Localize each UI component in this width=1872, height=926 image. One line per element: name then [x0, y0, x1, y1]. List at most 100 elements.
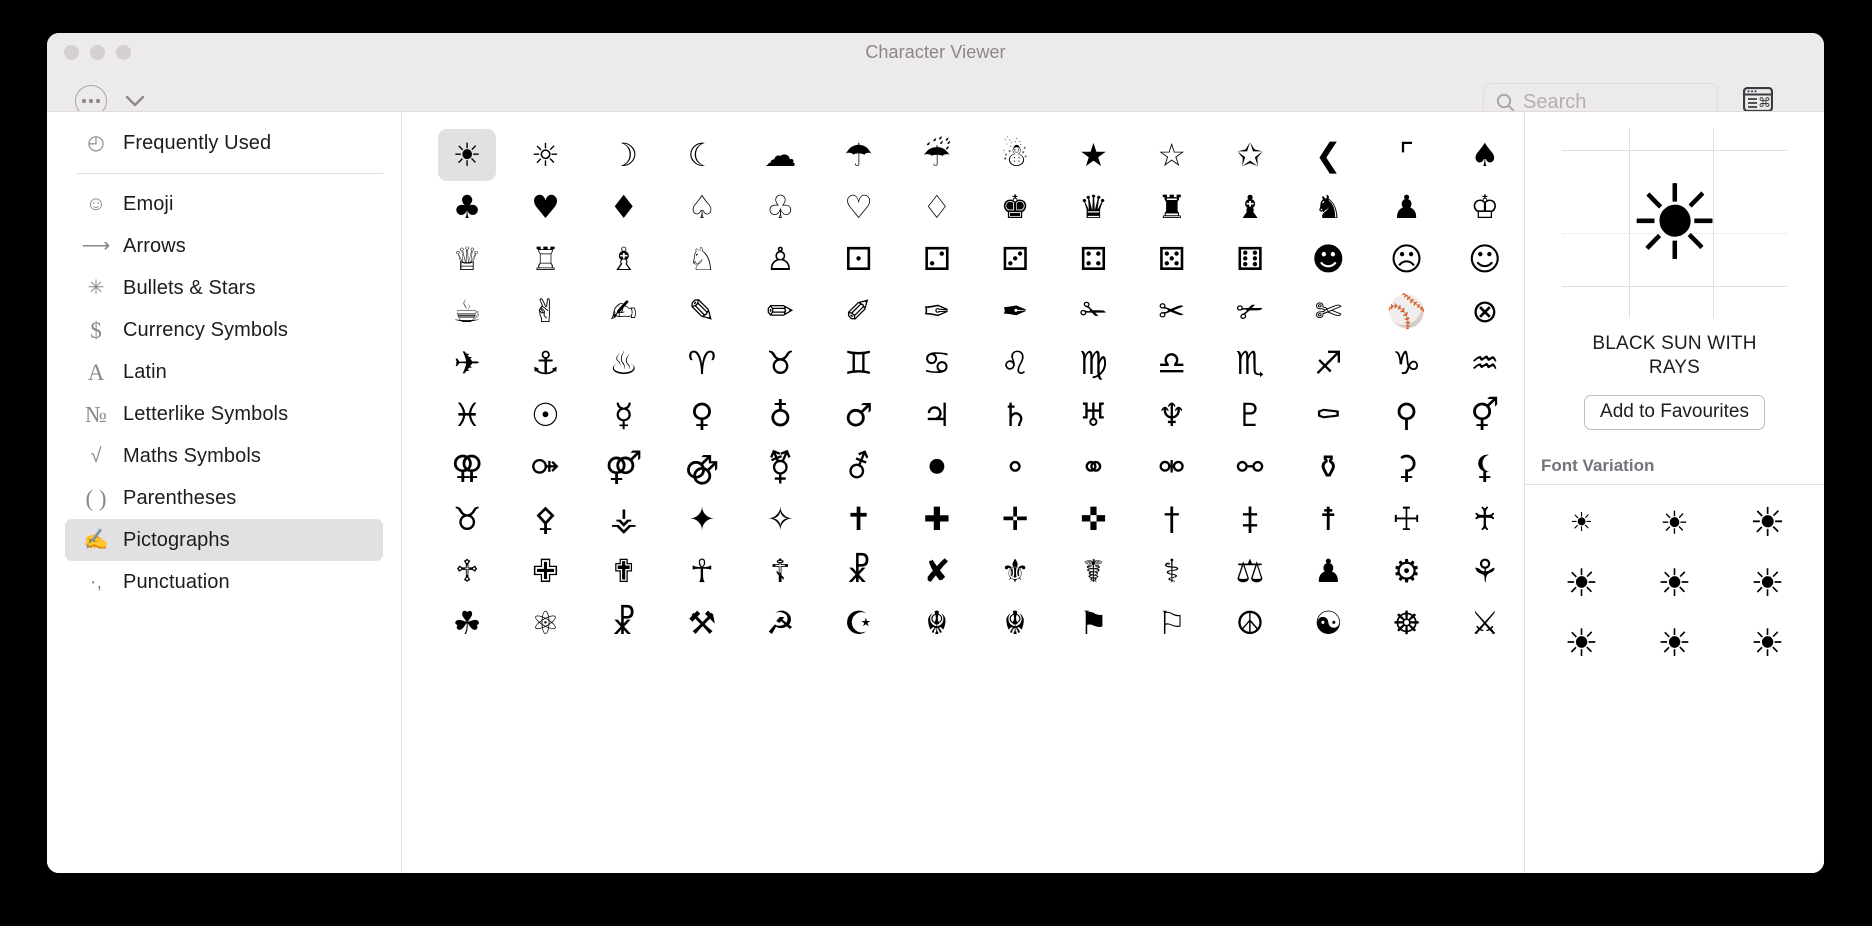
character-cell[interactable]: ♉: [438, 493, 496, 545]
character-cell[interactable]: ♥: [516, 181, 574, 233]
character-cell[interactable]: ♊: [830, 337, 888, 389]
character-cell[interactable]: ☨: [1299, 493, 1357, 545]
character-cell[interactable]: ⚣: [673, 441, 731, 493]
sidebar-item-maths-symbols[interactable]: √ Maths Symbols: [65, 435, 383, 477]
character-cell[interactable]: ♄: [986, 389, 1044, 441]
sidebar-item-latin[interactable]: A Latin: [65, 351, 383, 393]
character-cell[interactable]: ⚬: [986, 441, 1044, 493]
character-cell[interactable]: ☭: [751, 597, 809, 649]
character-cell[interactable]: ♝: [1221, 181, 1279, 233]
character-cell[interactable]: ✛: [986, 493, 1044, 545]
character-cell[interactable]: ☮: [1221, 597, 1279, 649]
character-cell[interactable]: ✚: [908, 493, 966, 545]
character-cell[interactable]: ☪: [830, 597, 888, 649]
character-cell[interactable]: ✘: [908, 545, 966, 597]
character-cell[interactable]: ☥: [673, 545, 731, 597]
character-cell[interactable]: ✝: [830, 493, 888, 545]
character-cell[interactable]: ☦: [751, 545, 809, 597]
character-cell[interactable]: ☆: [1143, 129, 1201, 181]
character-cell[interactable]: ☺: [1456, 233, 1514, 285]
character-cell[interactable]: ☻: [1299, 233, 1357, 285]
sidebar-item-punctuation[interactable]: ·, Punctuation: [65, 561, 383, 603]
character-cell[interactable]: ♢: [908, 181, 966, 233]
character-cell[interactable]: ♇: [1221, 389, 1279, 441]
character-cell[interactable]: ✐: [830, 285, 888, 337]
character-cell[interactable]: ⚐: [1143, 597, 1201, 649]
character-cell[interactable]: ♚: [986, 181, 1044, 233]
sidebar-item-pictographs[interactable]: ✍ Pictographs: [65, 519, 383, 561]
character-cell[interactable]: ♖: [516, 233, 574, 285]
sidebar-item-letterlike-symbols[interactable]: № Letterlike Symbols: [65, 393, 383, 435]
character-cell[interactable]: ⌜: [1378, 129, 1436, 181]
character-cell[interactable]: ⚜: [986, 545, 1044, 597]
character-cell[interactable]: ❮: [1299, 129, 1357, 181]
font-variation-cell[interactable]: ☀: [1535, 613, 1628, 673]
character-cell[interactable]: ♆: [1143, 389, 1201, 441]
character-cell[interactable]: ⚢: [438, 441, 496, 493]
character-cell[interactable]: ♁: [751, 389, 809, 441]
character-cell[interactable]: ✏: [751, 285, 809, 337]
character-cell[interactable]: ☩: [1378, 493, 1436, 545]
font-variation-cell[interactable]: ☀: [1628, 493, 1721, 553]
character-cell[interactable]: ✄: [1299, 285, 1357, 337]
character-cell[interactable]: ⚙: [1378, 545, 1436, 597]
sidebar-item-bullets-stars[interactable]: ✳ Bullets & Stars: [65, 267, 383, 309]
character-cell[interactable]: ⚛: [516, 597, 574, 649]
character-cell[interactable]: ✒: [986, 285, 1044, 337]
character-cell[interactable]: ✁: [1064, 285, 1122, 337]
font-variation-cell[interactable]: ☀: [1721, 613, 1814, 673]
character-cell[interactable]: ♰: [1456, 493, 1514, 545]
font-variation-cell[interactable]: ☀: [1628, 613, 1721, 673]
character-cell[interactable]: ♍: [1064, 337, 1122, 389]
character-cell[interactable]: ⚱: [1299, 441, 1357, 493]
character-grid-pane[interactable]: ☀ ☼ ☽ ☾ ☁ ☂ ☔ ☃ ★ ☆ ✩ ❮ ⌜ ♠ ♣ ♥ ♦ ♤ ♧ ♡ ♢ ♚ ♛ ♜ ♝ ♞ ♟ ♔ ♕ ♖ ♗ ♘ ♙ ⚀ ⚁ ⚂ ⚃ ⚄ ⚅ ☻…: [402, 112, 1524, 873]
character-cell[interactable]: ♦: [595, 181, 653, 233]
character-cell[interactable]: ♒: [1456, 337, 1514, 389]
character-cell[interactable]: ⚁: [908, 233, 966, 285]
character-cell[interactable]: ☼: [516, 129, 574, 181]
character-cell[interactable]: ♜: [1143, 181, 1201, 233]
font-variation-cell[interactable]: ☀: [1721, 493, 1814, 553]
character-cell[interactable]: ♱: [438, 545, 496, 597]
character-cell[interactable]: ⊗: [1456, 285, 1514, 337]
character-cell[interactable]: ⚕: [1143, 545, 1201, 597]
character-cell[interactable]: ♣: [438, 181, 496, 233]
character-cell[interactable]: ⚸: [1456, 441, 1514, 493]
character-cell[interactable]: ⚑: [1064, 597, 1122, 649]
character-cell[interactable]: ✟: [595, 545, 653, 597]
character-cell[interactable]: ☔: [908, 129, 966, 181]
sidebar-item-frequently-used[interactable]: ◴ Frequently Used: [65, 122, 383, 164]
character-cell[interactable]: ☉: [516, 389, 574, 441]
character-cell[interactable]: ☘: [438, 597, 496, 649]
character-cell[interactable]: ♀: [673, 389, 731, 441]
font-variation-cell[interactable]: ☀: [1628, 553, 1721, 613]
character-cell[interactable]: ⚒: [673, 597, 731, 649]
character-cell[interactable]: ♧: [751, 181, 809, 233]
character-cell[interactable]: ☽: [595, 129, 653, 181]
character-cell[interactable]: ♛: [1064, 181, 1122, 233]
character-cell[interactable]: ⚴: [516, 493, 574, 545]
character-cell[interactable]: ☕: [438, 285, 496, 337]
character-cell[interactable]: ⚮: [1143, 441, 1201, 493]
character-cell[interactable]: ♓: [438, 389, 496, 441]
character-cell[interactable]: ☁: [751, 129, 809, 181]
character-cell[interactable]: †: [1143, 493, 1201, 545]
character-cell[interactable]: ⚰: [1299, 389, 1357, 441]
character-cell[interactable]: ⚤: [595, 441, 653, 493]
character-cell[interactable]: ☿: [595, 389, 653, 441]
character-cell[interactable]: ⚥: [1456, 389, 1514, 441]
character-cell[interactable]: ⚅: [1221, 233, 1279, 285]
character-cell[interactable]: ♟: [1299, 545, 1357, 597]
character-cell[interactable]: ★: [1064, 129, 1122, 181]
font-variation-cell[interactable]: ☀: [1535, 493, 1628, 553]
character-cell[interactable]: ✂: [1143, 285, 1201, 337]
sidebar-item-arrows[interactable]: ⟶ Arrows: [65, 225, 383, 267]
sidebar-item-emoji[interactable]: ☺ Emoji: [65, 183, 383, 225]
character-palette-icon[interactable]: ⌘: [1742, 86, 1774, 113]
character-cell[interactable]: ⚫: [908, 441, 966, 493]
character-cell[interactable]: ☬: [986, 597, 1044, 649]
character-cell[interactable]: ‡: [1221, 493, 1279, 545]
character-cell[interactable]: ⚲: [1378, 389, 1436, 441]
character-cell[interactable]: ☬: [908, 597, 966, 649]
character-cell[interactable]: ✙: [516, 545, 574, 597]
